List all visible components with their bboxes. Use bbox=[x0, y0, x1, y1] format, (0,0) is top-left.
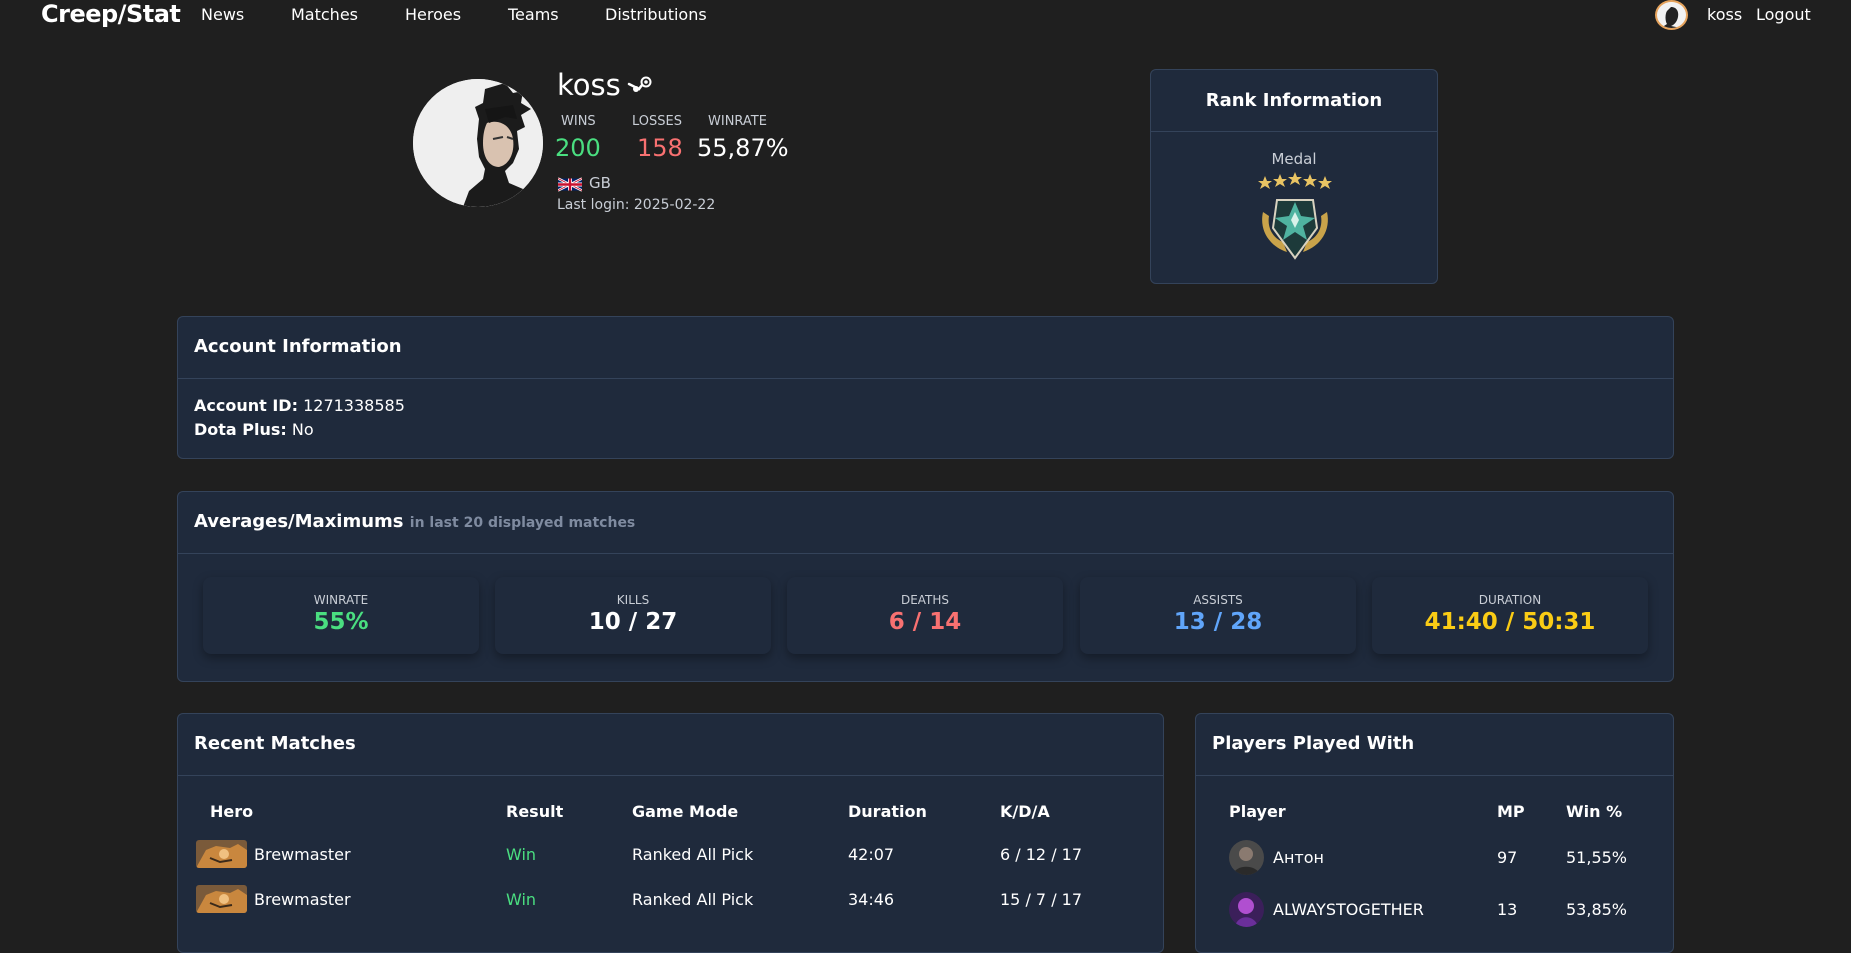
account-id-value: 1271338585 bbox=[303, 396, 405, 415]
match-duration: 42:07 bbox=[848, 845, 895, 864]
last-login: Last login: 2025-02-22 bbox=[557, 197, 716, 213]
recent-matches-title: Recent Matches bbox=[194, 733, 356, 754]
tile-label: DEATHS bbox=[900, 593, 950, 607]
account-id-label: Account ID: bbox=[194, 396, 298, 415]
match-kda: 6 / 12 / 17 bbox=[1000, 845, 1083, 864]
averages-subtitle: in last 20 displayed matches bbox=[409, 515, 636, 531]
nav-link-matches[interactable]: Matches bbox=[291, 5, 358, 24]
hero-name[interactable]: Brewmaster bbox=[254, 845, 351, 864]
avg-tile-deaths: DEATHS 6 / 14 bbox=[787, 577, 1063, 654]
country-code: GB bbox=[589, 174, 611, 192]
profile-avatar bbox=[413, 79, 543, 207]
player-matches: 97 bbox=[1497, 848, 1518, 867]
dota-plus-row: Dota Plus: No bbox=[194, 420, 314, 439]
recent-matches-header: Recent Matches bbox=[178, 714, 1163, 776]
player-avatar[interactable] bbox=[1229, 892, 1264, 927]
player-winrate: 53,85% bbox=[1566, 900, 1628, 919]
account-info-card: Account Information Account ID: 12713385… bbox=[177, 316, 1674, 459]
recent-matches-card: Recent Matches bbox=[177, 713, 1164, 953]
nav-user-avatar[interactable] bbox=[1655, 0, 1688, 30]
match-duration: 34:46 bbox=[848, 890, 895, 909]
tile-value: 41:40 / 50:31 bbox=[1424, 609, 1596, 635]
avg-tile-winrate: WINRATE 55% bbox=[203, 577, 479, 654]
avg-tile-kills: KILLS 10 / 27 bbox=[495, 577, 771, 654]
col-header-hero[interactable]: Hero bbox=[210, 802, 253, 821]
hero-portrait[interactable] bbox=[196, 840, 247, 868]
avg-tile-duration: DURATION 41:40 / 50:31 bbox=[1372, 577, 1648, 654]
match-result: Win bbox=[506, 890, 537, 909]
match-result: Win bbox=[506, 845, 537, 864]
medal-icon bbox=[1258, 172, 1332, 260]
averages-title-row: Averages/Maximums in last 20 displayed m… bbox=[194, 511, 635, 532]
match-kda: 15 / 7 / 17 bbox=[1000, 890, 1083, 909]
rank-title: Rank Information bbox=[1205, 90, 1383, 111]
averages-title: Averages/Maximums bbox=[194, 511, 404, 532]
match-game-mode: Ranked All Pick bbox=[632, 890, 754, 909]
winrate-value: 55,87% bbox=[697, 134, 789, 162]
nav-link-heroes[interactable]: Heroes bbox=[405, 5, 461, 24]
losses-label: LOSSES bbox=[632, 114, 682, 129]
col-header-kda[interactable]: K/D/A bbox=[1000, 802, 1050, 821]
account-id-row: Account ID: 1271338585 bbox=[194, 396, 405, 415]
brand-logo[interactable]: Creep/Stat bbox=[41, 0, 181, 28]
player-name[interactable]: Антон bbox=[1273, 848, 1324, 867]
avatar-image bbox=[1658, 2, 1684, 28]
wins-label: WINS bbox=[561, 114, 596, 129]
col-header-result[interactable]: Result bbox=[506, 802, 563, 821]
col-header-player[interactable]: Player bbox=[1229, 802, 1286, 821]
tile-value: 55% bbox=[313, 609, 369, 635]
logout-link[interactable]: Logout bbox=[1756, 5, 1811, 24]
dota-plus-label: Dota Plus: bbox=[194, 420, 287, 439]
player-avatar[interactable] bbox=[1229, 840, 1264, 875]
match-game-mode: Ranked All Pick bbox=[632, 845, 754, 864]
hero-name[interactable]: Brewmaster bbox=[254, 890, 351, 909]
tile-value: 13 / 28 bbox=[1173, 609, 1263, 635]
avg-tile-assists: ASSISTS 13 / 28 bbox=[1080, 577, 1356, 654]
players-title: Players Played With bbox=[1212, 733, 1415, 754]
player-winrate: 51,55% bbox=[1566, 848, 1628, 867]
player-matches: 13 bbox=[1497, 900, 1518, 919]
nav-link-teams[interactable]: Teams bbox=[508, 5, 559, 24]
winrate-label: WINRATE bbox=[708, 114, 767, 129]
averages-header: Averages/Maximums in last 20 displayed m… bbox=[178, 492, 1673, 554]
profile-name: koss bbox=[557, 68, 621, 102]
losses-value: 158 bbox=[637, 134, 683, 162]
account-info-header: Account Information bbox=[178, 317, 1673, 379]
player-name[interactable]: ALWAYSTOGETHER bbox=[1273, 900, 1424, 919]
tile-label: ASSISTS bbox=[1193, 593, 1243, 607]
steam-icon[interactable] bbox=[627, 76, 653, 96]
nav-link-distributions[interactable]: Distributions bbox=[605, 5, 707, 24]
tile-label: KILLS bbox=[616, 593, 650, 607]
players-header: Players Played With bbox=[1196, 714, 1673, 776]
hero-portrait[interactable] bbox=[196, 929, 247, 933]
rank-card: Rank Information Medal bbox=[1150, 69, 1438, 284]
tile-value: 6 / 14 bbox=[888, 609, 962, 635]
rank-card-header: Rank Information bbox=[1151, 70, 1437, 132]
account-info-title: Account Information bbox=[194, 336, 402, 357]
col-header-mp[interactable]: MP bbox=[1497, 802, 1525, 821]
hero-portrait[interactable] bbox=[196, 885, 247, 913]
nav-username[interactable]: koss bbox=[1707, 5, 1742, 24]
nav-link-news[interactable]: News bbox=[201, 5, 244, 24]
tile-label: DURATION bbox=[1478, 593, 1542, 607]
col-header-duration[interactable]: Duration bbox=[848, 802, 927, 821]
col-header-win-pct[interactable]: Win % bbox=[1566, 802, 1622, 821]
medal-label: Medal bbox=[1271, 150, 1317, 168]
tile-value: 10 / 27 bbox=[588, 609, 678, 635]
col-header-game-mode[interactable]: Game Mode bbox=[632, 802, 738, 821]
wins-value: 200 bbox=[555, 134, 601, 162]
uk-flag-icon bbox=[558, 177, 582, 192]
dota-plus-value: No bbox=[291, 420, 314, 439]
top-navbar: Creep/Stat News Matches Heroes Teams Dis… bbox=[0, 0, 1851, 30]
tile-label: WINRATE bbox=[313, 593, 369, 607]
